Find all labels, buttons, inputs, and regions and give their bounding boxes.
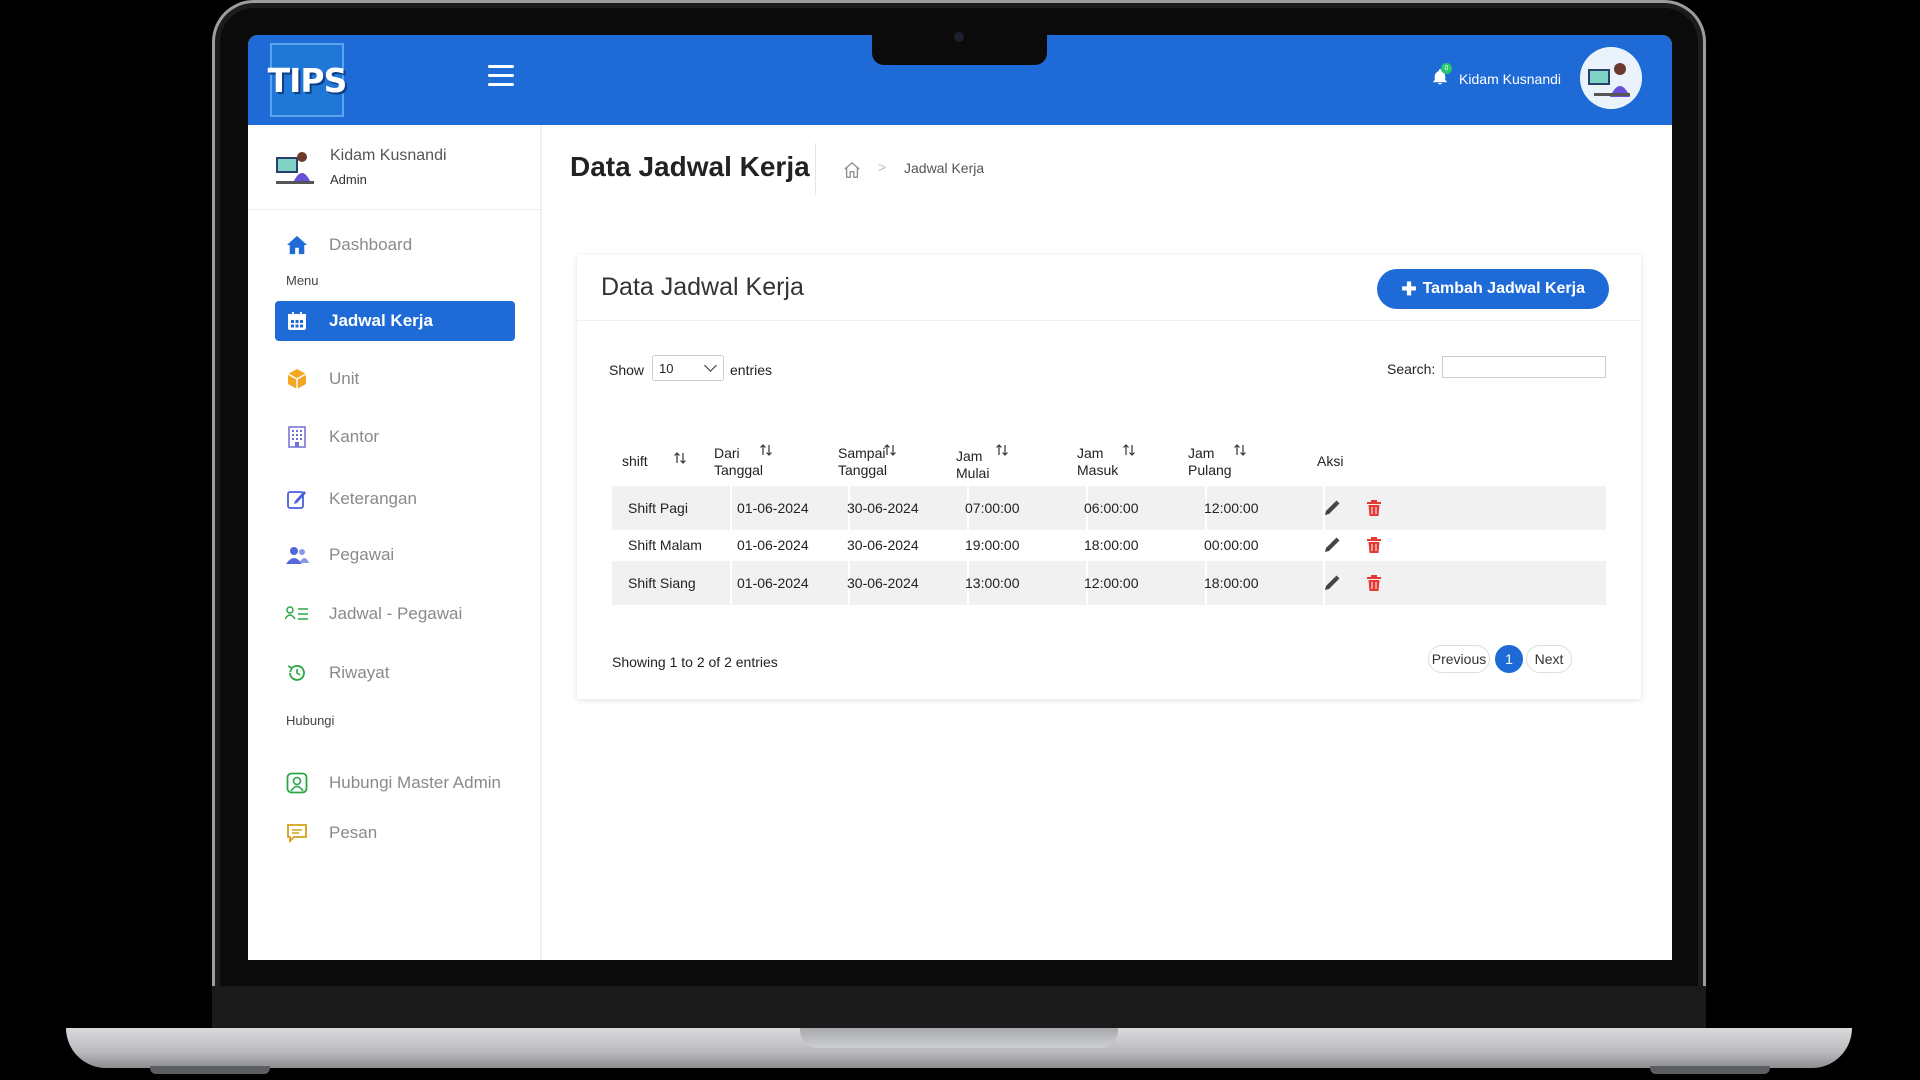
cell-jam-masuk: 12:00:00 <box>1084 575 1139 591</box>
list-user-icon <box>285 606 308 620</box>
sidebar-item-kantor[interactable]: Kantor <box>275 417 515 457</box>
notification-badge: 0 <box>1441 63 1452 74</box>
cell-shift: Shift Siang <box>628 575 696 591</box>
menu-toggle-button[interactable] <box>488 65 514 87</box>
edit-icon[interactable] <box>1323 574 1341 592</box>
table-row: Shift Siang 01-06-2024 30-06-2024 13:00:… <box>612 561 1606 605</box>
column-header-aksi: Aksi <box>1317 453 1344 469</box>
laptop-foot-right <box>1650 1066 1770 1074</box>
schedule-card: Data Jadwal Kerja ✚ Tambah Jadwal Kerja … <box>577 255 1641 699</box>
entries-label: entries <box>730 362 773 378</box>
column-header-jam-pulang[interactable]: Jam Pulang <box>1188 445 1232 479</box>
history-icon <box>287 665 305 681</box>
sort-icon[interactable] <box>673 451 687 465</box>
screen: TIPS 0 Kidam Kusnandi Kidam Kusnandi Adm… <box>248 35 1672 960</box>
add-schedule-button[interactable]: ✚ Tambah Jadwal Kerja <box>1377 269 1609 309</box>
sort-icon[interactable] <box>759 443 773 457</box>
sidebar: Kidam Kusnandi Admin Dashboard Menu Jadw… <box>248 125 542 960</box>
sidebar-item-pegawai[interactable]: Pegawai <box>275 535 515 575</box>
cell-jam-mulai: 13:00:00 <box>965 575 1020 591</box>
page-length-value: 10 <box>659 361 674 376</box>
chevron-down-icon <box>704 359 717 372</box>
edit-icon[interactable] <box>1323 499 1341 517</box>
sidebar-item-jadwal-kerja[interactable]: Jadwal Kerja <box>275 301 515 341</box>
sidebar-user-role: Admin <box>330 172 367 187</box>
sidebar-item-label: Jadwal Kerja <box>329 311 433 330</box>
column-header-jam-masuk[interactable]: Jam Masuk <box>1077 445 1118 479</box>
page-length-select[interactable]: 10 <box>652 355 724 381</box>
card-header: Data Jadwal Kerja ✚ Tambah Jadwal Kerja <box>577 255 1641 321</box>
topbar: 0 Kidam Kusnandi <box>543 35 1672 125</box>
pagination-previous[interactable]: Previous <box>1428 645 1490 673</box>
sidebar-item-jadwal-pegawai[interactable]: Jadwal - Pegawai <box>275 594 515 634</box>
home-icon <box>287 235 307 255</box>
sort-icon[interactable] <box>1233 443 1247 457</box>
laptop-foot-left <box>150 1066 270 1074</box>
calendar-icon <box>288 312 306 330</box>
laptop-chin <box>212 986 1706 1030</box>
sort-icon[interactable] <box>995 443 1009 457</box>
plus-icon: ✚ <box>1401 278 1417 299</box>
sort-icon[interactable] <box>883 443 897 457</box>
sidebar-item-label: Hubungi Master Admin <box>329 773 501 792</box>
sidebar-section-menu: Menu <box>286 273 319 288</box>
building-icon <box>288 426 306 448</box>
sidebar-item-riwayat[interactable]: Riwayat <box>275 653 515 693</box>
sidebar-item-unit[interactable]: Unit <box>275 359 515 399</box>
home-icon[interactable] <box>843 161 861 179</box>
card-title: Data Jadwal Kerja <box>601 273 804 301</box>
title-divider <box>815 143 816 195</box>
sidebar-item-label: Unit <box>329 369 360 388</box>
sidebar-item-label: Keterangan <box>329 489 417 508</box>
header-user-name[interactable]: Kidam Kusnandi <box>1459 71 1561 87</box>
delete-icon[interactable] <box>1365 574 1383 592</box>
page-title: Data Jadwal Kerja <box>570 151 810 182</box>
sidebar-item-hubungi-master-admin[interactable]: Hubungi Master Admin <box>275 763 515 803</box>
sidebar-item-pesan[interactable]: Pesan <box>275 813 515 853</box>
sidebar-item-dashboard[interactable]: Dashboard <box>275 225 515 265</box>
camera-icon <box>954 32 964 42</box>
breadcrumb-separator: > <box>878 159 887 175</box>
cell-jam-pulang: 18:00:00 <box>1204 575 1259 591</box>
add-schedule-label: Tambah Jadwal Kerja <box>1422 280 1585 297</box>
search-input[interactable] <box>1442 356 1606 378</box>
sort-icon[interactable] <box>1122 443 1136 457</box>
users-icon <box>286 547 309 564</box>
sidebar-item-label: Kantor <box>329 427 380 446</box>
camera-notch <box>872 32 1047 65</box>
edit-note-icon <box>287 491 306 509</box>
delete-icon[interactable] <box>1365 499 1383 517</box>
cell-dari-tanggal: 01-06-2024 <box>737 575 809 591</box>
breadcrumb-current: Jadwal Kerja <box>904 160 985 176</box>
sidebar-avatar <box>276 152 314 184</box>
sidebar-item-label: Pesan <box>329 823 378 842</box>
sidebar-item-label: Pegawai <box>329 545 395 564</box>
sidebar-user-panel: Kidam Kusnandi Admin <box>248 125 540 210</box>
pagination-page-1[interactable]: 1 <box>1495 645 1523 673</box>
logo-text: TIPS <box>267 60 348 100</box>
column-header-shift[interactable]: shift <box>622 453 648 470</box>
sidebar-section-hubungi: Hubungi <box>286 713 335 728</box>
header-avatar[interactable] <box>1580 47 1642 109</box>
search-label: Search: <box>1387 361 1436 377</box>
main-content: Data Jadwal Kerja > Jadwal Kerja Data Ja… <box>543 125 1672 960</box>
cell-sampai-tanggal: 30-06-2024 <box>847 575 919 591</box>
sidebar-item-keterangan[interactable]: Keterangan <box>275 479 515 519</box>
table-info: Showing 1 to 2 of 2 entries <box>612 654 778 670</box>
pagination-next[interactable]: Next <box>1526 645 1572 673</box>
app-logo[interactable]: TIPS <box>267 43 348 117</box>
sidebar-user-name: Kidam Kusnandi <box>330 147 447 164</box>
message-icon <box>287 824 307 843</box>
sidebar-item-label: Riwayat <box>329 663 390 682</box>
laptop-base-notch <box>800 1028 1118 1048</box>
show-label: Show <box>609 362 645 378</box>
edit-icon[interactable] <box>1323 536 1341 554</box>
contact-icon <box>286 772 308 794</box>
sidebar-item-label: Jadwal - Pegawai <box>329 604 463 623</box>
column-header-jam-mulai[interactable]: Jam Mulai <box>956 448 996 482</box>
sidebar-item-label: Dashboard <box>329 235 413 254</box>
box-icon <box>287 369 307 389</box>
delete-icon[interactable] <box>1365 536 1383 554</box>
brand-area: TIPS <box>248 35 543 125</box>
